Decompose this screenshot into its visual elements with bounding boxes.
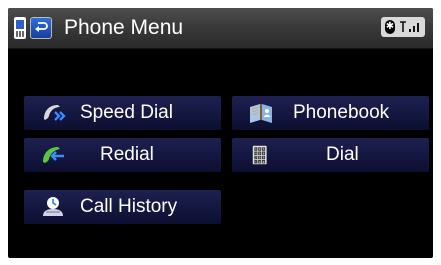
speed-dial-handset-icon — [44, 105, 66, 121]
speed-dial-label: Speed Dial — [80, 102, 173, 123]
phonebook-icon — [250, 104, 272, 123]
redial-handset-icon — [43, 147, 64, 163]
call-history-button[interactable]: Call History — [24, 190, 221, 224]
phone-icon-screen — [16, 20, 24, 29]
back-arrow-glyph — [35, 22, 48, 32]
keypad-key-label: # — [263, 160, 265, 164]
dial-label: Dial — [326, 144, 359, 165]
dial-keypad-icon: 1 2 34 5 67 8 9* 0 # — [252, 145, 267, 165]
redial-label: Redial — [100, 144, 154, 165]
speed-dial-button[interactable]: Speed Dial — [24, 96, 221, 130]
phonebook-button[interactable]: Phonebook — [232, 96, 429, 130]
page-title: Phone Menu — [64, 16, 184, 39]
bluetooth-icon: ✱ — [385, 20, 395, 34]
dial-button[interactable]: 1 2 3 4 5 6 7 8 9 * 0 # Dial — [232, 138, 429, 172]
call-history-label: Call History — [80, 196, 178, 217]
status-indicator: ✱ — [381, 17, 425, 37]
back-arrow-icon[interactable] — [30, 17, 52, 39]
redial-button[interactable]: Redial — [24, 138, 221, 172]
phone-icon-keys — [16, 31, 24, 37]
phone-icon — [14, 17, 26, 39]
call-history-icon — [43, 197, 63, 216]
signal-strength-icon — [400, 21, 419, 32]
phonebook-label: Phonebook — [293, 102, 390, 123]
phone-menu-screen: Phone Menu ✱ Speed Dial Phonebook Redial… — [8, 8, 433, 258]
title-bar: Phone Menu ✱ — [8, 8, 433, 49]
